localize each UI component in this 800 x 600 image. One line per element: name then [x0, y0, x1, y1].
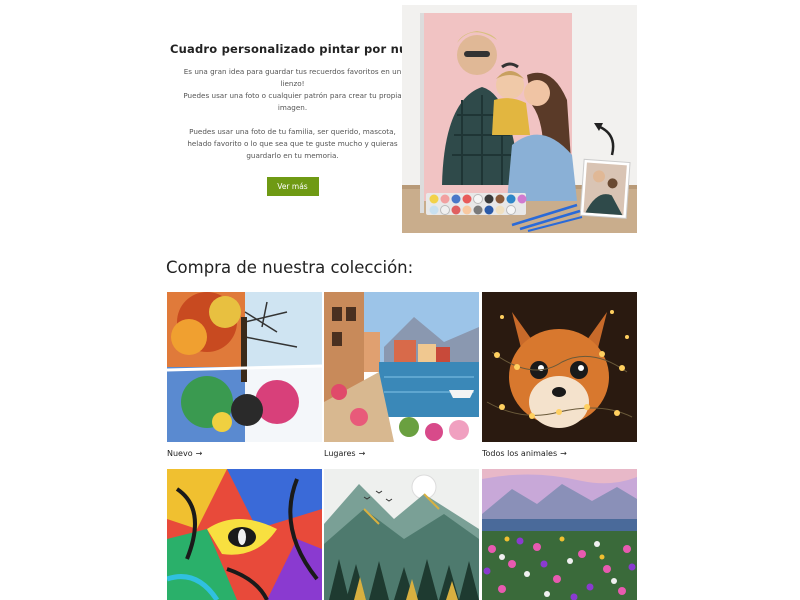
hero-title: Cuadro personalizado pintar por números [170, 42, 449, 56]
collection-card-6[interactable] [482, 469, 637, 600]
collection-card-todos-los-animales[interactable]: Todos los animales → [482, 292, 637, 458]
collection-card-nuevo[interactable]: Nuevo → [167, 292, 322, 458]
collection-title: Compra de nuestra colección: [166, 258, 414, 277]
collection-card-4[interactable] [167, 469, 322, 600]
hero-line: Puedes usar una foto o cualquier patrón … [183, 91, 402, 100]
mountain-lake-flowers-painting-image[interactable] [482, 469, 637, 600]
collection-card-lugares[interactable]: Lugares → [324, 292, 479, 458]
ver-mas-button[interactable]: Ver más [266, 177, 319, 196]
colorful-cat-painting-image[interactable] [167, 469, 322, 600]
hero-line: Es una gran idea para guardar tus recuer… [183, 67, 402, 76]
hero-text-block: Cuadro personalizado pintar por números … [170, 40, 449, 196]
collection-link-lugares[interactable]: Lugares → [324, 449, 479, 458]
hero-paragraph-1: Es una gran idea para guardar tus recuer… [170, 66, 415, 114]
hero-line: Puedes usar una foto de tu familia, ser … [189, 127, 396, 136]
hero-paragraph-2: Puedes usar una foto de tu familia, ser … [170, 126, 415, 162]
hero-line: guardarlo en tu memoria. [246, 151, 339, 160]
collection-card-5[interactable] [324, 469, 479, 600]
fox-lights-painting-image[interactable] [482, 292, 637, 442]
tree-seasons-painting-image[interactable] [167, 292, 322, 442]
misty-mountains-painting-image[interactable] [324, 469, 479, 600]
collection-link-nuevo[interactable]: Nuevo → [167, 449, 322, 458]
hero-line: helado favorito o lo que sea que te gust… [187, 139, 398, 148]
hero-line: imagen. [277, 103, 308, 112]
harbor-village-painting-image[interactable] [324, 292, 479, 442]
collection-link-todos-los-animales[interactable]: Todos los animales → [482, 449, 637, 458]
hero-family-canvas-image [402, 5, 637, 233]
hero-line: lienzo! [280, 79, 305, 88]
